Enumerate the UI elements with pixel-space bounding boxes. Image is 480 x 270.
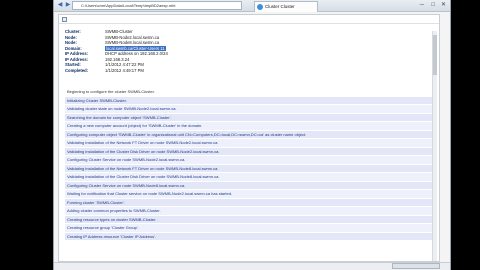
- address-bar[interactable]: C:\Users\cnm\AppData\Local\Temp\tmpBD2ae…: [72, 1, 242, 10]
- scrollbar-thumb[interactable]: [433, 35, 437, 75]
- event-row: Creating a new computer account (object)…: [65, 122, 437, 131]
- back-arrow-icon[interactable]: ◀: [56, 1, 64, 10]
- event-list: Beginning to configure the cluster SWMB-…: [65, 88, 437, 241]
- info-value: 1/1/2012 4:49:17 PM: [105, 67, 144, 73]
- event-row: Searching the domain for computer object…: [65, 113, 437, 122]
- maximize-icon[interactable]: □: [431, 2, 435, 9]
- event-row: Adding cluster common properties to SWMB…: [65, 207, 437, 216]
- report-content: Cluster: SWMB-Cluster Node: SWMB-Node2.loc…: [58, 14, 440, 262]
- event-row: Validating installation of the Cluster D…: [65, 173, 437, 182]
- event-row: Validating installation of the Cluster D…: [65, 147, 437, 156]
- report-header: [59, 15, 439, 24]
- event-row: Creating resource group 'Cluster Group'.: [65, 224, 437, 233]
- event-row: Waiting for notification that Cluster se…: [65, 190, 437, 199]
- vertical-scrollbar[interactable]: [432, 31, 437, 261]
- event-row: Configuring Cluster Service on node SWMB…: [65, 156, 437, 165]
- event-row: Creating resource types on cluster SWMB-…: [65, 215, 437, 224]
- status-control[interactable]: [392, 263, 440, 269]
- title-bar: ◀ ▶ C:\Users\cnm\AppData\Local\Temp\tmpB…: [54, 0, 450, 12]
- event-row: Configuring Cluster Service on node SWMB…: [65, 181, 437, 190]
- document-icon: [62, 17, 67, 22]
- event-row: Validating cluster state on node SWMB-No…: [65, 105, 437, 114]
- event-row: Initializing Cluster SWMB-Cluster.: [65, 96, 437, 105]
- event-row: Forming cluster 'SWMB-Cluster'.: [65, 198, 437, 207]
- info-key: Completed:: [65, 67, 89, 73]
- info-row: Completed: 1/1/2012 4:49:17 PM: [65, 68, 168, 74]
- forward-arrow-icon[interactable]: ▶: [64, 1, 72, 10]
- event-row: Creating IP Address resource 'Cluster IP…: [65, 232, 437, 241]
- event-row: Validating installation of the Network F…: [65, 139, 437, 148]
- event-row: Configuring computer object 'SWMB-Cluste…: [65, 130, 437, 139]
- event-row: Validating installation of the Network F…: [65, 164, 437, 173]
- tab-cluster[interactable]: Cluster Cluster: [254, 1, 318, 12]
- minimize-icon[interactable]: ─: [420, 2, 424, 9]
- ie-icon: [257, 4, 263, 10]
- intro-line: Beginning to configure the cluster SWMB-…: [65, 88, 437, 97]
- browser-window: ◀ ▶ C:\Users\cnm\AppData\Local\Temp\tmpB…: [53, 0, 451, 270]
- close-icon[interactable]: ✕: [441, 2, 446, 9]
- status-bar: [54, 262, 450, 270]
- cluster-info: Cluster: SWMB-Cluster Node: SWMB-Node2.loc…: [65, 29, 168, 73]
- tab-title: Cluster Cluster: [265, 4, 295, 9]
